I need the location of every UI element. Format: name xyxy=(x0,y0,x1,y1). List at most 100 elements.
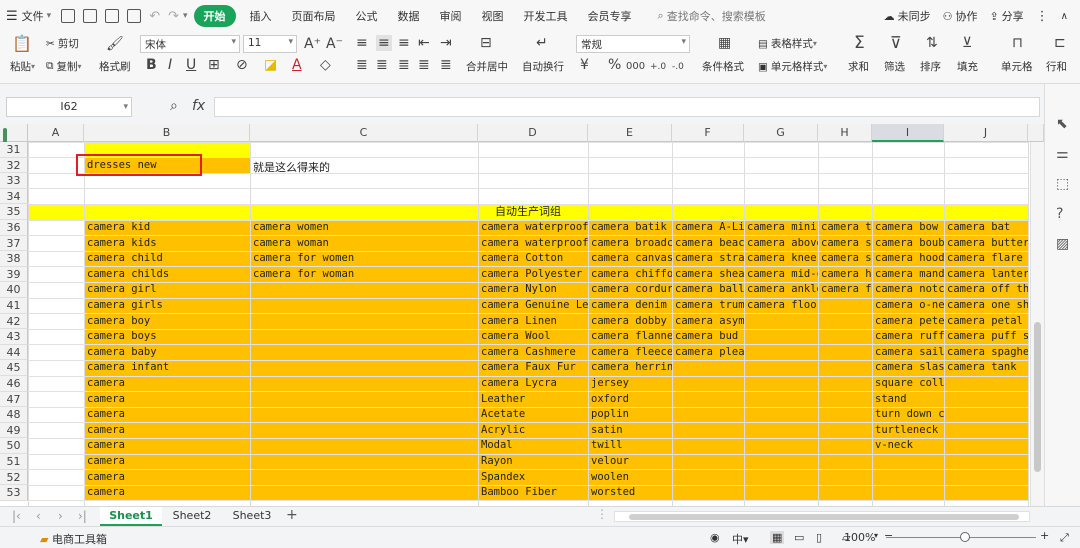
column-header-i[interactable]: I xyxy=(872,124,944,142)
tab-review[interactable]: 审阅 xyxy=(434,5,468,27)
font-size-select[interactable]: 11 xyxy=(243,35,297,53)
data-cell[interactable]: satin xyxy=(591,423,672,439)
selection-frame-icon[interactable]: ⬚ xyxy=(1056,176,1069,192)
data-cell[interactable]: camera A-Line xyxy=(675,220,744,236)
eye-protect-icon[interactable]: ◉ xyxy=(710,531,720,544)
fill-color-icon[interactable]: ◪ xyxy=(264,57,277,73)
page-layout-view-icon[interactable]: ▭ xyxy=(794,531,804,544)
data-cell[interactable]: camera canvas xyxy=(591,251,672,267)
data-cell[interactable]: camera Cashmere xyxy=(481,345,588,361)
image-tool-icon[interactable]: ▨ xyxy=(1056,236,1069,252)
data-cell[interactable]: velour xyxy=(591,454,672,470)
conditional-format-icon[interactable]: ▦ xyxy=(718,35,731,51)
data-cell[interactable]: camera Nylon xyxy=(481,282,588,298)
data-cell[interactable]: camera puff sleeve xyxy=(947,329,1028,345)
data-cell[interactable]: camera tank xyxy=(947,360,1028,376)
data-cell[interactable]: camera bow xyxy=(875,220,944,236)
cut-button[interactable]: ✂ 剪切 xyxy=(46,36,79,51)
name-box[interactable]: I62 xyxy=(6,97,132,117)
data-cell[interactable]: jersey xyxy=(591,376,672,392)
row-header-44[interactable]: 44 xyxy=(0,344,28,361)
zoom-in-icon[interactable]: + xyxy=(1040,529,1049,542)
command-search[interactable]: ⌕ 查找命令、搜索模板 xyxy=(652,5,772,27)
paste-icon[interactable]: 📋 xyxy=(12,36,32,52)
justify-icon[interactable]: ≣ xyxy=(418,57,430,73)
row-header-51[interactable]: 51 xyxy=(0,454,28,470)
row-header-36[interactable]: 36 xyxy=(0,220,28,236)
data-cell[interactable]: camera fleece xyxy=(591,345,672,361)
sheet-tab-1[interactable]: Sheet1 xyxy=(100,507,162,526)
help-icon[interactable]: ? xyxy=(1056,206,1063,222)
tabs-more-icon[interactable]: ⋮ xyxy=(596,507,608,521)
column-header-c[interactable]: C xyxy=(250,124,478,142)
data-cell[interactable]: oxford xyxy=(591,392,672,408)
filter-button[interactable]: 筛选 xyxy=(884,59,905,74)
row-header-48[interactable]: 48 xyxy=(0,407,28,423)
data-cell[interactable]: camera trumpet xyxy=(675,298,744,314)
data-cell[interactable]: camera xyxy=(87,438,250,454)
merge-center-button[interactable]: 合并居中 xyxy=(466,59,508,74)
data-cell[interactable]: camera notched xyxy=(875,282,944,298)
chevron-down-icon[interactable]: ▾ xyxy=(183,11,188,21)
data-cell[interactable]: camera for woman xyxy=(253,267,478,283)
align-bottom-icon[interactable]: ≡ xyxy=(398,35,410,51)
fullscreen-icon[interactable]: ⤢ xyxy=(1060,531,1069,545)
decimal-decrease-icon[interactable]: -.0 xyxy=(672,59,684,75)
align-middle-icon[interactable]: ≡ xyxy=(376,35,392,51)
cell-icon[interactable]: ⊓ xyxy=(1012,35,1023,51)
data-cell[interactable]: camera bud xyxy=(675,329,744,345)
tab-start[interactable]: 开始 xyxy=(193,5,236,27)
fill-icon[interactable]: ⊻ xyxy=(962,35,972,51)
data-cell[interactable]: camera lantern xyxy=(947,267,1028,283)
data-cell[interactable]: Modal xyxy=(481,438,588,454)
collapse-icon[interactable]: ∧ xyxy=(1055,5,1074,27)
data-cell[interactable]: camera infant xyxy=(87,360,250,376)
data-cell[interactable]: camera Genuine Leather xyxy=(481,298,588,314)
cell-c32[interactable]: 就是这么得来的 xyxy=(253,160,475,176)
column-header-j[interactable]: J xyxy=(944,124,1028,142)
add-sheet-icon[interactable]: + xyxy=(286,507,298,523)
data-cell[interactable]: camera herringbone xyxy=(591,360,672,376)
data-cell[interactable]: stand xyxy=(875,392,944,408)
horizontal-scroll-thumb[interactable] xyxy=(629,514,1019,520)
underline-icon[interactable]: U xyxy=(186,57,196,73)
border-icon[interactable]: ⊞ xyxy=(208,57,220,73)
zoom-level[interactable]: 100% xyxy=(844,531,875,544)
print-preview-icon[interactable] xyxy=(127,9,142,23)
row-header-45[interactable]: 45 xyxy=(0,360,28,376)
cell-fill-icon[interactable]: ⊘ xyxy=(236,57,248,73)
data-cell[interactable]: camera mid-calf xyxy=(747,267,818,283)
data-cell[interactable]: camera broadcloth xyxy=(591,236,672,252)
conditional-format-button[interactable]: 条件格式 xyxy=(702,59,744,74)
indent-increase-icon[interactable]: ⇥ xyxy=(440,35,452,51)
data-cell[interactable]: camera chiffon xyxy=(591,267,672,283)
data-cell[interactable]: camera Wool xyxy=(481,329,588,345)
row-header-42[interactable]: 42 xyxy=(0,313,28,330)
data-cell[interactable]: camera child xyxy=(87,251,250,267)
table-style-button[interactable]: ▤ 表格样式 ▾ xyxy=(758,36,817,51)
data-cell[interactable]: camera Polyester xyxy=(481,267,588,283)
bold-icon[interactable]: B xyxy=(146,57,157,73)
number-format-select[interactable]: 常规 xyxy=(576,35,690,53)
column-header-e[interactable]: E xyxy=(588,124,672,142)
zoom-lookup-icon[interactable]: ⌕ xyxy=(170,98,178,114)
sheet-tab-2[interactable]: Sheet2 xyxy=(164,507,220,526)
row-header-33[interactable]: 33 xyxy=(0,173,28,189)
first-sheet-icon[interactable]: |‹ xyxy=(12,509,21,523)
data-cell[interactable]: camera flannel xyxy=(591,329,672,345)
data-cell[interactable]: camera ruffle xyxy=(875,329,944,345)
align-left-icon[interactable]: ≣ xyxy=(356,57,368,73)
data-cell[interactable]: Acetate xyxy=(481,407,588,423)
row-header-41[interactable]: 41 xyxy=(0,298,28,314)
share-button[interactable]: ⇪ 分享 xyxy=(983,5,1029,27)
data-cell[interactable]: camera xyxy=(87,407,250,423)
next-sheet-icon[interactable]: › xyxy=(58,509,63,523)
export-pdf-icon[interactable] xyxy=(83,9,98,23)
row-header-39[interactable]: 39 xyxy=(0,266,28,283)
page-break-view-icon[interactable]: ▯ xyxy=(816,531,822,544)
tab-insert[interactable]: 插入 xyxy=(244,5,278,27)
data-cell[interactable]: camera baby xyxy=(87,345,250,361)
tab-formulas[interactable]: 公式 xyxy=(350,5,384,27)
font-decrease-icon[interactable]: A⁻ xyxy=(326,36,343,52)
row-header-46[interactable]: 46 xyxy=(0,376,28,392)
